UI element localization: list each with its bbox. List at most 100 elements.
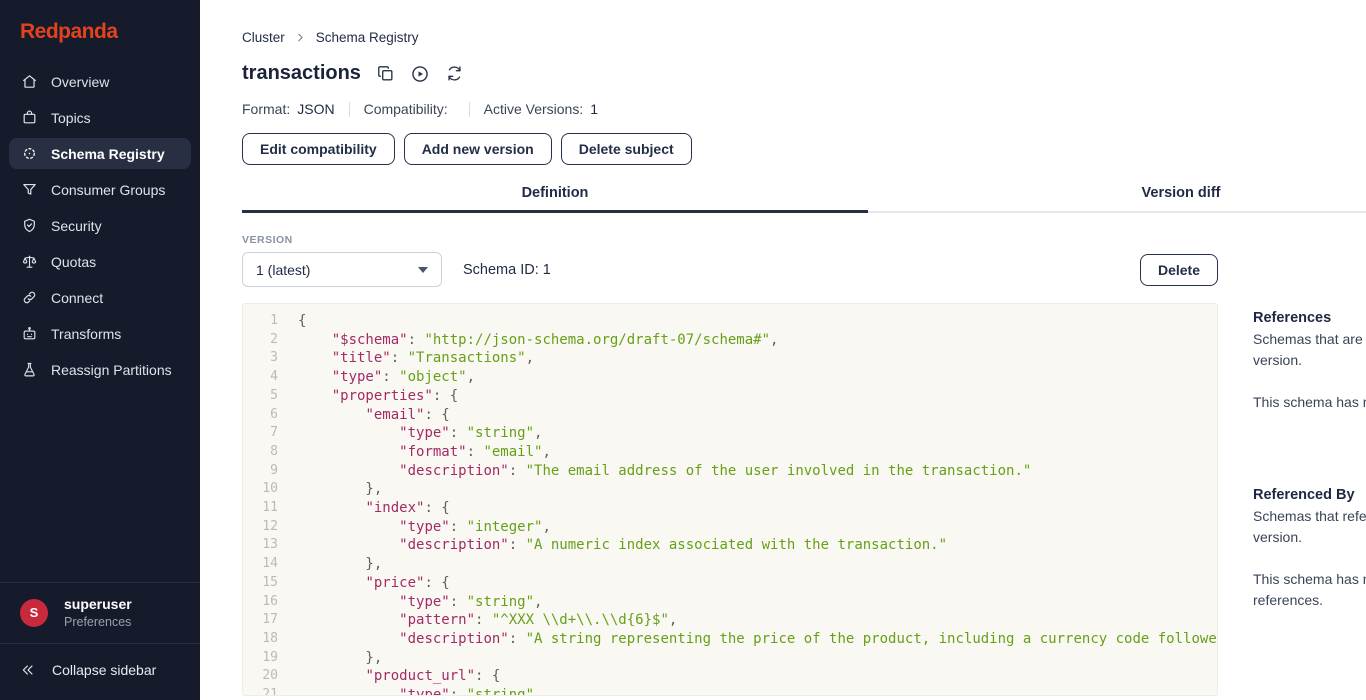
breadcrumb: Cluster Schema Registry bbox=[242, 30, 1366, 45]
sidebar-item-label: Reassign Partitions bbox=[51, 362, 172, 378]
sidebar-item-schema-registry[interactable]: Schema Registry bbox=[9, 138, 191, 169]
page-title: transactions bbox=[242, 62, 361, 85]
meta-separator bbox=[349, 102, 350, 117]
code-line: 10 }, bbox=[243, 480, 1217, 499]
copy-icon bbox=[376, 64, 395, 83]
chevron-right-icon bbox=[294, 31, 307, 44]
copy-button[interactable] bbox=[376, 64, 395, 83]
schema-id: Schema ID: 1 bbox=[463, 262, 551, 278]
version-select[interactable]: 1 (latest) bbox=[242, 252, 442, 287]
sidebar-item-label: Transforms bbox=[51, 326, 121, 342]
add-new-version-button[interactable]: Add new version bbox=[404, 133, 552, 165]
line-number: 18 bbox=[243, 630, 278, 649]
sidebar-item-label: Overview bbox=[51, 74, 109, 90]
line-number: 10 bbox=[243, 480, 278, 499]
line-number: 6 bbox=[243, 406, 278, 425]
schema-code-editor[interactable]: 1{2 "$schema": "http://json-schema.org/d… bbox=[242, 303, 1218, 696]
code-line: 13 "description": "A numeric index assoc… bbox=[243, 536, 1217, 555]
redpanda-logo: Redpanda bbox=[0, 0, 200, 60]
sidebar-item-transforms[interactable]: Transforms bbox=[9, 318, 191, 349]
line-number: 5 bbox=[243, 387, 278, 406]
referenced-by-description: Schemas that reference this bbox=[1253, 506, 1366, 527]
user-menu[interactable]: S superuser Preferences bbox=[0, 583, 200, 643]
sidebar-item-overview[interactable]: Overview bbox=[9, 66, 191, 97]
robot-icon bbox=[21, 325, 38, 342]
line-number: 19 bbox=[243, 649, 278, 668]
chevron-down-icon bbox=[418, 267, 428, 273]
version-select-value: 1 (latest) bbox=[256, 262, 418, 278]
link-icon bbox=[21, 289, 38, 306]
avatar: S bbox=[20, 599, 48, 627]
subject-meta: Format: JSON Compatibility: Active Versi… bbox=[242, 101, 1366, 117]
breadcrumb-cluster[interactable]: Cluster bbox=[242, 30, 285, 45]
code-line: 15 "price": { bbox=[243, 574, 1217, 593]
sidebar-item-topics[interactable]: Topics bbox=[9, 102, 191, 133]
line-number: 16 bbox=[243, 593, 278, 612]
refresh-button[interactable] bbox=[445, 64, 464, 83]
home-icon bbox=[21, 73, 38, 90]
code-line: 7 "type": "string", bbox=[243, 424, 1217, 443]
main-content: Cluster Schema Registry transactions For… bbox=[200, 0, 1366, 700]
breadcrumb-schema-registry[interactable]: Schema Registry bbox=[316, 30, 419, 45]
line-number: 21 bbox=[243, 686, 278, 696]
code-line: 14 }, bbox=[243, 555, 1217, 574]
references-panel: References Schemas that are referenced b… bbox=[1253, 303, 1366, 611]
flask-icon bbox=[21, 361, 38, 378]
line-number: 14 bbox=[243, 555, 278, 574]
code-line: 12 "type": "integer", bbox=[243, 518, 1217, 537]
code-line: 2 "$schema": "http://json-schema.org/dra… bbox=[243, 331, 1217, 350]
sidebar-item-label: Schema Registry bbox=[51, 146, 165, 162]
line-number: 9 bbox=[243, 462, 278, 481]
tab-bar: Definition Version diff bbox=[242, 185, 1366, 213]
delete-subject-button[interactable]: Delete subject bbox=[561, 133, 692, 165]
active-versions-value: 1 bbox=[590, 101, 598, 117]
code-line: 1{ bbox=[243, 312, 1217, 331]
code-line: 18 "description": "A string representing… bbox=[243, 630, 1217, 649]
shield-icon bbox=[21, 217, 38, 234]
sidebar-item-label: Quotas bbox=[51, 254, 96, 270]
code-lines: 1{2 "$schema": "http://json-schema.org/d… bbox=[243, 312, 1217, 696]
line-number: 2 bbox=[243, 331, 278, 350]
edit-compatibility-button[interactable]: Edit compatibility bbox=[242, 133, 395, 165]
sidebar-item-quotas[interactable]: Quotas bbox=[9, 246, 191, 277]
code-line: 19 }, bbox=[243, 649, 1217, 668]
play-button[interactable] bbox=[410, 64, 430, 84]
active-versions-label: Active Versions: bbox=[484, 101, 584, 117]
line-number: 13 bbox=[243, 536, 278, 555]
collapse-sidebar-button[interactable]: Collapse sidebar bbox=[0, 644, 200, 700]
line-number: 15 bbox=[243, 574, 278, 593]
sidebar-item-connect[interactable]: Connect bbox=[9, 282, 191, 313]
references-description: Schemas that are referenced by this bbox=[1253, 329, 1366, 350]
code-line: 3 "title": "Transactions", bbox=[243, 349, 1217, 368]
collapse-sidebar-label: Collapse sidebar bbox=[52, 662, 156, 678]
tab-definition[interactable]: Definition bbox=[242, 185, 868, 213]
referenced-by-empty-text: references. bbox=[1253, 590, 1366, 611]
line-number: 1 bbox=[243, 312, 278, 331]
format-value: JSON bbox=[297, 101, 334, 117]
sidebar-item-reassign-partitions[interactable]: Reassign Partitions bbox=[9, 354, 191, 385]
refresh-icon bbox=[445, 64, 464, 83]
line-number: 3 bbox=[243, 349, 278, 368]
referenced-by-empty-text: This schema has no incoming bbox=[1253, 569, 1366, 590]
scales-icon bbox=[21, 253, 38, 270]
sidebar-item-consumer-groups[interactable]: Consumer Groups bbox=[9, 174, 191, 205]
delete-version-button[interactable]: Delete bbox=[1140, 254, 1218, 286]
user-name: superuser bbox=[64, 596, 132, 612]
line-number: 8 bbox=[243, 443, 278, 462]
line-number: 17 bbox=[243, 611, 278, 630]
referenced-by-heading: Referenced By bbox=[1253, 485, 1366, 506]
schema-registry-icon bbox=[21, 145, 38, 162]
tab-version-diff[interactable]: Version diff bbox=[868, 185, 1366, 213]
line-number: 4 bbox=[243, 368, 278, 387]
code-line: 20 "product_url": { bbox=[243, 667, 1217, 686]
preferences-link[interactable]: Preferences bbox=[64, 615, 132, 629]
play-circle-icon bbox=[410, 64, 430, 84]
sidebar-item-label: Consumer Groups bbox=[51, 182, 165, 198]
version-label: VERSION bbox=[242, 234, 1366, 246]
funnel-icon bbox=[21, 181, 38, 198]
double-chevron-left-icon bbox=[20, 662, 36, 678]
compatibility-label: Compatibility: bbox=[364, 101, 448, 117]
line-number: 7 bbox=[243, 424, 278, 443]
code-line: 5 "properties": { bbox=[243, 387, 1217, 406]
sidebar-item-security[interactable]: Security bbox=[9, 210, 191, 241]
